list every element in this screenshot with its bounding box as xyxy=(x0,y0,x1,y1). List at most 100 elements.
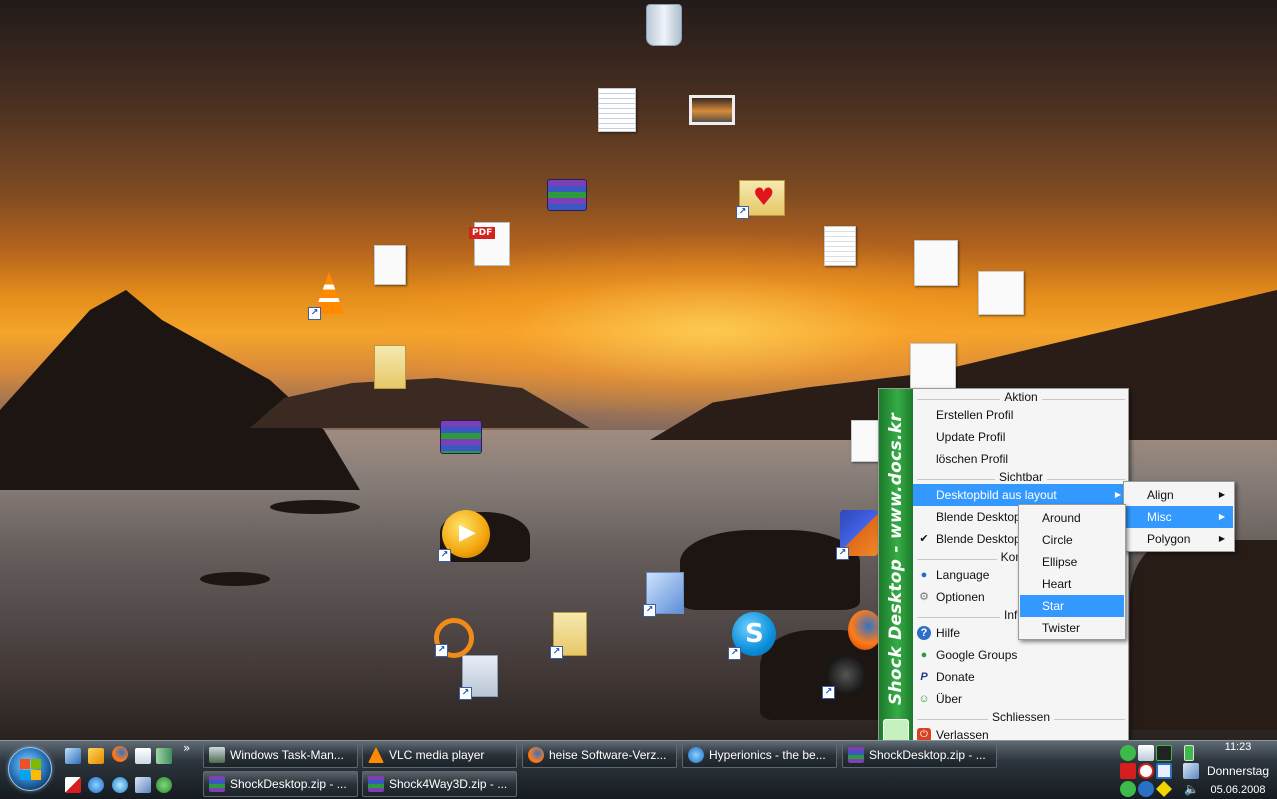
shortcut-arrow-icon: ↗ xyxy=(459,687,472,700)
firefox-icon[interactable] xyxy=(112,746,128,762)
dark-app-shortcut-icon[interactable]: ↗ xyxy=(822,655,866,699)
tray-antivirus-icon[interactable] xyxy=(1120,763,1136,779)
winrar-archive-icon[interactable] xyxy=(547,179,587,211)
task-button-heise[interactable]: heise Software-Verz... xyxy=(522,742,677,768)
text-file-2-icon[interactable] xyxy=(851,420,881,462)
submenu-item-around[interactable]: Around xyxy=(1020,507,1124,529)
mp-app-shortcut-icon[interactable]: ↗ xyxy=(836,510,878,560)
switch-windows-icon[interactable] xyxy=(156,748,172,764)
word-document-icon[interactable] xyxy=(598,88,636,132)
task-button-windows-task-manager[interactable]: Windows Task-Man... xyxy=(203,742,358,768)
submenu-item-heart[interactable]: Heart xyxy=(1020,573,1124,595)
submenu-arrow-icon: ▶ xyxy=(1218,534,1225,543)
pdf-diagram-file-icon[interactable] xyxy=(910,343,956,389)
internet-explorer-icon[interactable] xyxy=(88,777,104,793)
menu-item-google-groups[interactable]: ● Google Groups xyxy=(913,644,1129,666)
tray-network-icon[interactable] xyxy=(1120,781,1136,797)
menu-item-label: Optionen xyxy=(936,590,985,604)
checkmark-icon: ✔ xyxy=(919,533,929,545)
text-file-icon[interactable] xyxy=(374,245,406,285)
menu-item-label: Donate xyxy=(936,670,975,684)
recycle-bin-icon[interactable] xyxy=(646,4,682,46)
shortcut-arrow-icon: ↗ xyxy=(308,307,321,320)
menu-item-label: Hilfe xyxy=(936,626,961,640)
show-desktop-icon[interactable] xyxy=(65,748,81,764)
skype-s-icon: S xyxy=(745,619,764,649)
task-button-vlc[interactable]: VLC media player xyxy=(362,742,517,768)
submenu-item-ellipse[interactable]: Ellipse xyxy=(1020,551,1124,573)
menu-item-donate[interactable]: P Donate xyxy=(913,666,1129,688)
pdf-chart-file-icon[interactable] xyxy=(914,240,958,286)
shortcut-arrow-icon: ↗ xyxy=(836,547,849,560)
task-button-shock4way3d-zip[interactable]: Shock4Way3D.zip - ... xyxy=(362,771,517,797)
clock-time[interactable]: 11:23 xyxy=(1208,741,1268,753)
help-icon: ? xyxy=(917,626,931,640)
shortcut-arrow-icon: ↗ xyxy=(438,549,451,562)
tray-battery-icon[interactable] xyxy=(1184,745,1194,761)
notepad-icon[interactable] xyxy=(135,748,151,764)
network-icon[interactable] xyxy=(135,777,151,793)
about-icon: ☺ xyxy=(918,693,930,705)
shortcut-arrow-icon: ↗ xyxy=(643,604,656,617)
windows-update-shortcut-icon[interactable]: ↗ xyxy=(643,572,684,617)
windows-media-icon[interactable] xyxy=(112,777,128,793)
clipboard-app-icon[interactable] xyxy=(65,777,81,793)
submenu-item-twister[interactable]: Twister xyxy=(1020,617,1124,639)
submenu-item-align[interactable]: Align ▶ xyxy=(1125,484,1233,506)
submenu-item-circle[interactable]: Circle xyxy=(1020,529,1124,551)
clock-day[interactable]: Donnerstag xyxy=(1201,764,1275,778)
menu-item-loeschen-profil[interactable]: löschen Profil xyxy=(913,448,1129,470)
globe-icon: ● xyxy=(920,569,928,581)
tray-zonealarm-icon[interactable] xyxy=(1138,781,1154,797)
task-label: ShockDesktop.zip - ... xyxy=(230,777,347,791)
shortcut-arrow-icon: ↗ xyxy=(736,206,749,219)
menu-item-desktopbild-aus-layout[interactable]: Desktopbild aus layout ▶ xyxy=(913,484,1129,506)
pdf-graph-file-icon[interactable] xyxy=(978,271,1024,315)
photo-app-shortcut-icon[interactable]: ↗ xyxy=(459,655,498,700)
start-button[interactable] xyxy=(8,747,52,791)
task-button-hyperionics[interactable]: Hyperionics - the be... xyxy=(682,742,837,768)
clock-date[interactable]: 05.06.2008 xyxy=(1201,784,1275,796)
firefox-shortcut-icon[interactable] xyxy=(848,610,882,650)
tray-window-icon[interactable] xyxy=(1156,763,1172,779)
folder-shortcut-icon[interactable]: ↗ xyxy=(550,612,587,659)
task-label: Shock4Way3D.zip - ... xyxy=(389,777,508,791)
menu-item-update-profil[interactable]: Update Profil xyxy=(913,426,1129,448)
media-player-icon[interactable] xyxy=(88,748,104,764)
winrar-icon xyxy=(209,776,225,792)
rock-5 xyxy=(200,572,270,586)
tray-terminal-icon[interactable] xyxy=(1156,745,1172,761)
messenger-icon[interactable] xyxy=(156,777,172,793)
submenu-arrow-icon: ▶ xyxy=(1218,490,1225,499)
task-button-shockdesktop-zip-1[interactable]: ShockDesktop.zip - ... xyxy=(842,742,997,768)
folder-icon[interactable] xyxy=(374,345,406,389)
menu-item-ueber[interactable]: ☺ Über xyxy=(913,688,1129,710)
tray-volume-icon[interactable]: 🔈 xyxy=(1184,781,1200,797)
favorites-folder-icon[interactable]: ♥ ↗ xyxy=(736,180,785,219)
firefox-icon xyxy=(528,747,544,763)
submenu-item-misc[interactable]: Misc ▶ xyxy=(1125,506,1233,528)
vlc-icon xyxy=(368,747,384,763)
left-cliff xyxy=(0,290,360,490)
submenu-item-polygon[interactable]: Polygon ▶ xyxy=(1125,528,1233,550)
vlc-shortcut-icon[interactable]: ↗ xyxy=(308,272,346,320)
tray-network-status-icon[interactable] xyxy=(1183,763,1199,779)
pdf-file-icon[interactable]: PDF xyxy=(469,222,510,266)
quicklaunch-overflow-button[interactable]: » xyxy=(183,741,190,755)
tray-mail-icon[interactable] xyxy=(1138,745,1154,761)
menu-item-label: Über xyxy=(936,692,963,706)
notepad-file-icon[interactable] xyxy=(824,226,856,266)
image-file-icon[interactable] xyxy=(689,95,735,125)
task-button-shockdesktop-zip-2[interactable]: ShockDesktop.zip - ... xyxy=(203,771,358,797)
menu-sidebar-banner: Shock Desktop - www.docs.kr xyxy=(879,389,913,747)
winrar-archive-2-icon[interactable] xyxy=(440,420,482,454)
submenu-item-star[interactable]: Star xyxy=(1020,595,1124,617)
tray-green-app-icon[interactable] xyxy=(1120,745,1136,761)
skype-shortcut-icon[interactable]: S ↗ xyxy=(728,612,776,660)
tray-avira-icon[interactable] xyxy=(1138,763,1154,779)
media-player-shortcut-icon[interactable]: ▶ ↗ xyxy=(438,510,490,562)
menu-item-label: Misc xyxy=(1147,510,1172,524)
ring-app-shortcut-icon[interactable]: ↗ xyxy=(434,618,474,658)
menu-item-erstellen-profil[interactable]: Erstellen Profil xyxy=(913,404,1129,426)
task-label: VLC media player xyxy=(389,748,485,762)
